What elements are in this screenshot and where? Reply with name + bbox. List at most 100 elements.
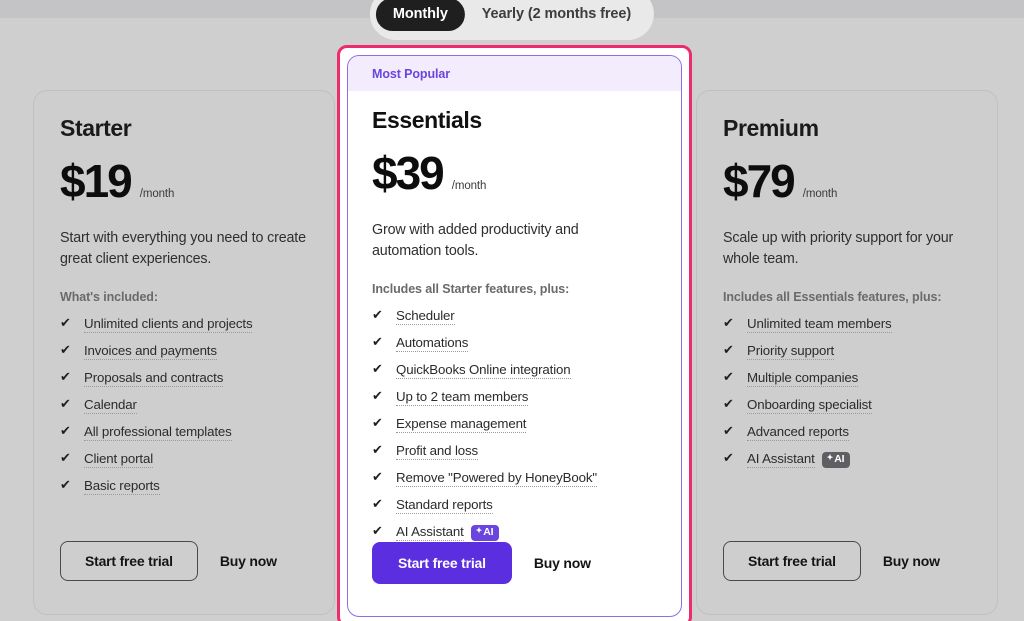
feature-label-wrap: AI Assistant ✦AI — [396, 523, 500, 542]
feature-label[interactable]: Remove "Powered by HoneyBook" — [396, 470, 597, 488]
feature-label-wrap: Advanced reports — [747, 423, 849, 442]
price-row-starter: $19 /month — [60, 158, 308, 204]
plan-price-starter: $19 — [60, 155, 133, 207]
feature-item: ✔ Scheduler — [372, 307, 657, 326]
check-icon: ✔ — [372, 361, 383, 377]
plan-actions-essentials: Start free trial Buy now — [372, 542, 591, 584]
feature-item: ✔ Proposals and contracts — [60, 369, 308, 388]
check-icon: ✔ — [60, 396, 71, 412]
plan-period-premium: /month — [802, 188, 838, 200]
feature-label[interactable]: Unlimited team members — [747, 316, 892, 334]
feature-item: ✔ Onboarding specialist — [723, 396, 971, 415]
feature-label[interactable]: Scheduler — [396, 308, 455, 326]
price-row-essentials: $39 /month — [372, 150, 657, 196]
pricing-card-starter[interactable]: Starter $19 /month Start with everything… — [33, 90, 335, 615]
feature-label-wrap: Standard reports — [396, 496, 493, 515]
feature-item: ✔ Advanced reports — [723, 423, 971, 442]
plan-name-essentials: Essentials — [372, 107, 482, 133]
sparkle-icon: ✦ — [826, 453, 834, 463]
feature-item: ✔ AI Assistant ✦AI — [723, 450, 971, 469]
feature-label[interactable]: Basic reports — [84, 478, 160, 496]
includes-label-premium: Includes all Essentials features, plus: — [723, 290, 942, 305]
feature-label[interactable]: Automations — [396, 335, 468, 353]
feature-item: ✔ AI Assistant ✦AI — [372, 523, 657, 542]
check-icon: ✔ — [372, 388, 383, 404]
check-icon: ✔ — [60, 450, 71, 466]
feature-label-wrap: Client portal — [84, 450, 153, 469]
feature-label[interactable]: Profit and loss — [396, 443, 478, 461]
check-icon: ✔ — [60, 423, 71, 439]
start-free-trial-button-premium[interactable]: Start free trial — [723, 541, 861, 581]
check-icon: ✔ — [372, 469, 383, 485]
feature-item: ✔ Profit and loss — [372, 442, 657, 461]
check-icon: ✔ — [372, 415, 383, 431]
plan-period-starter: /month — [139, 188, 175, 200]
plan-price-premium: $79 — [723, 155, 796, 207]
feature-label-wrap: Unlimited clients and projects — [84, 315, 253, 334]
buy-now-button-essentials[interactable]: Buy now — [534, 555, 591, 571]
feature-label[interactable]: Up to 2 team members — [396, 389, 528, 407]
ai-badge: ✦AI — [821, 452, 851, 468]
feature-label-wrap: Calendar — [84, 396, 137, 415]
feature-label-wrap: Multiple companies — [747, 369, 858, 388]
feature-label-wrap: Automations — [396, 334, 468, 353]
feature-label[interactable]: AI Assistant — [747, 451, 815, 469]
check-icon: ✔ — [723, 396, 734, 412]
pricing-card-essentials-selected[interactable]: Most Popular Essentials $39 /month Grow … — [337, 45, 692, 621]
feature-label-wrap: Profit and loss — [396, 442, 478, 461]
feature-label[interactable]: Invoices and payments — [84, 343, 217, 361]
check-icon: ✔ — [372, 523, 383, 539]
buy-now-button-premium[interactable]: Buy now — [883, 553, 940, 569]
feature-label[interactable]: Unlimited clients and projects — [84, 316, 253, 334]
check-icon: ✔ — [60, 369, 71, 385]
feature-item: ✔ Basic reports — [60, 477, 308, 496]
feature-label[interactable]: Expense management — [396, 416, 527, 434]
pricing-card-premium[interactable]: Premium $79 /month Scale up with priorit… — [696, 90, 998, 615]
feature-label-wrap: Up to 2 team members — [396, 388, 528, 407]
pricing-card-essentials[interactable]: Most Popular Essentials $39 /month Grow … — [347, 55, 682, 617]
feature-label-wrap: All professional templates — [84, 423, 232, 442]
check-icon: ✔ — [723, 423, 734, 439]
plan-period-essentials: /month — [451, 180, 487, 192]
feature-label[interactable]: Proposals and contracts — [84, 370, 223, 388]
check-icon: ✔ — [372, 334, 383, 350]
check-icon: ✔ — [372, 496, 383, 512]
start-free-trial-button-starter[interactable]: Start free trial — [60, 541, 198, 581]
feature-item: ✔ QuickBooks Online integration — [372, 361, 657, 380]
check-icon: ✔ — [60, 342, 71, 358]
feature-item: ✔ Invoices and payments — [60, 342, 308, 361]
feature-label-wrap: QuickBooks Online integration — [396, 361, 571, 380]
feature-item: ✔ Multiple companies — [723, 369, 971, 388]
buy-now-button-starter[interactable]: Buy now — [220, 553, 277, 569]
feature-label-wrap: Onboarding specialist — [747, 396, 872, 415]
feature-label[interactable]: Advanced reports — [747, 424, 849, 442]
price-row-premium: $79 /month — [723, 158, 971, 204]
check-icon: ✔ — [60, 477, 71, 493]
pricing-plans-container: Starter $19 /month Start with everything… — [0, 0, 1024, 621]
plan-name-starter: Starter — [60, 115, 132, 141]
plan-actions-premium: Start free trial Buy now — [723, 541, 940, 581]
feature-label-wrap: Remove "Powered by HoneyBook" — [396, 469, 597, 488]
billing-toggle-option-yearly[interactable]: Yearly (2 months free) — [465, 0, 648, 31]
feature-label-wrap: Priority support — [747, 342, 834, 361]
plan-blurb-starter: Start with everything you need to create… — [60, 230, 306, 267]
billing-period-toggle[interactable]: Monthly Yearly (2 months free) — [369, 0, 655, 40]
feature-label[interactable]: Client portal — [84, 451, 153, 469]
feature-label[interactable]: Calendar — [84, 397, 137, 415]
feature-label[interactable]: QuickBooks Online integration — [396, 362, 571, 380]
feature-label-wrap: Invoices and payments — [84, 342, 217, 361]
feature-item: ✔ Client portal — [60, 450, 308, 469]
feature-list-starter: ✔ Unlimited clients and projects ✔ Invoices… — [60, 315, 308, 496]
feature-item: ✔ Priority support — [723, 342, 971, 361]
feature-label[interactable]: AI Assistant — [396, 524, 464, 542]
includes-label-starter: What's included: — [60, 290, 158, 305]
billing-toggle-option-monthly[interactable]: Monthly — [375, 0, 465, 31]
start-free-trial-button-essentials[interactable]: Start free trial — [372, 542, 512, 584]
feature-label[interactable]: Standard reports — [396, 497, 493, 515]
feature-label-wrap: Expense management — [396, 415, 527, 434]
feature-label[interactable]: All professional templates — [84, 424, 232, 442]
feature-label[interactable]: Multiple companies — [747, 370, 858, 388]
feature-label[interactable]: Priority support — [747, 343, 834, 361]
feature-item: ✔ Unlimited clients and projects — [60, 315, 308, 334]
feature-label[interactable]: Onboarding specialist — [747, 397, 872, 415]
